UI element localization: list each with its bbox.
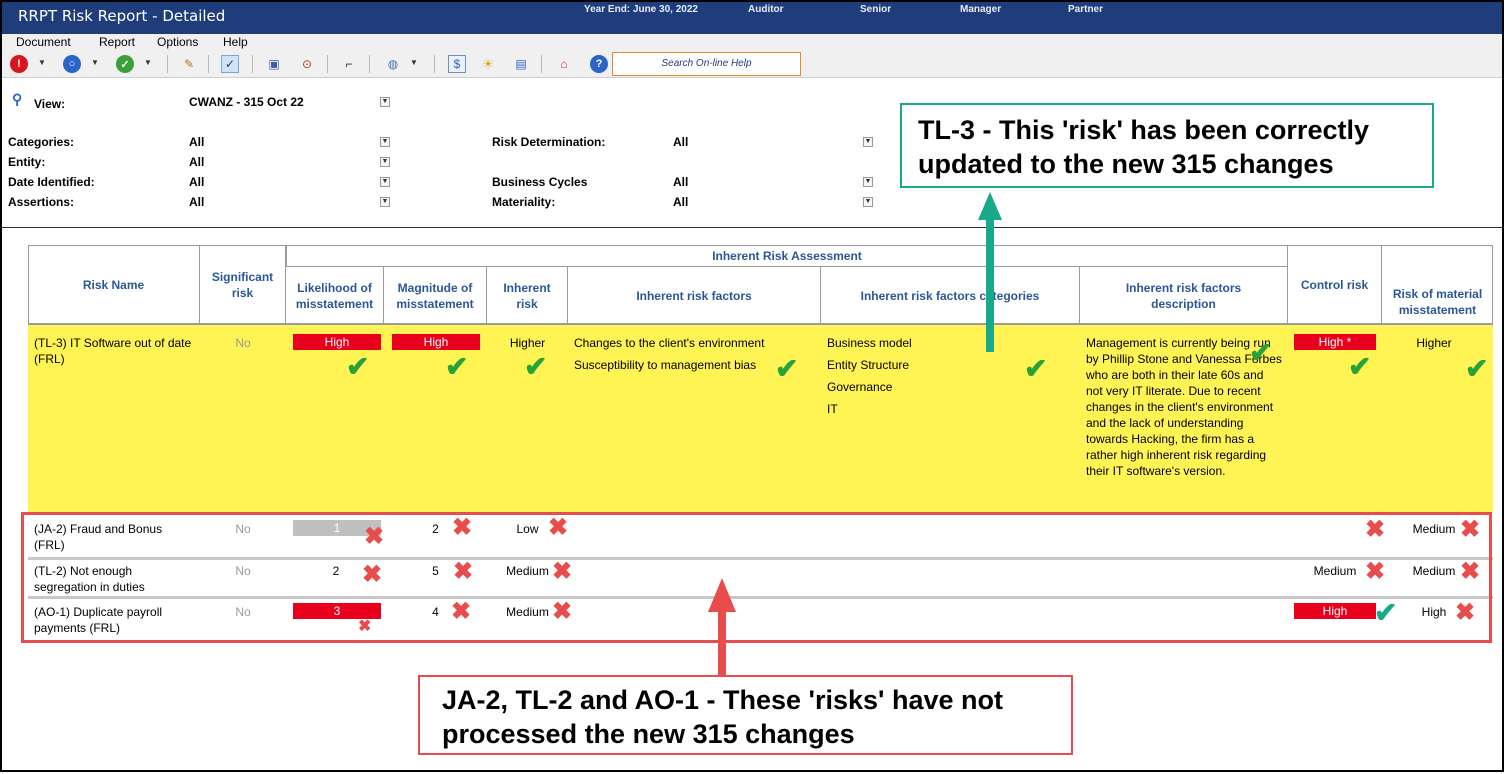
toolbar: ! ▼ ○ ▼ ✓ ▼ ✎ ✓ ▣ ⊙ ⌐ ◍ ▼ $ ☀ ▤ ⌂ ? Sear…	[2, 50, 1502, 78]
dollar-icon[interactable]: $	[448, 55, 466, 73]
tick-icon: ✔	[346, 351, 370, 382]
materiality-value: All	[673, 195, 689, 209]
partner-label: Partner	[1068, 4, 1104, 15]
view-dropdown[interactable]: ▼	[380, 97, 390, 107]
categories-value: All	[189, 135, 205, 149]
alert-icon[interactable]: !	[10, 55, 28, 73]
highlight-outline	[21, 512, 1492, 643]
annotation-correct: TL-3 - This 'risk' has been correctly up…	[900, 103, 1434, 188]
year-end-label: Year End: June 30, 2022	[584, 4, 698, 15]
menu-bar: Document Report Options Help	[2, 34, 1502, 50]
tick-icon: ✔	[1249, 337, 1273, 368]
factor-category: Governance	[827, 380, 893, 394]
date-identified-label: Date Identified:	[8, 175, 95, 189]
tick-icon: ✔	[1024, 353, 1048, 384]
annotation-incorrect: JA-2, TL-2 and AO-1 - These 'risks' have…	[418, 675, 1073, 755]
col-factor-description: Inherent risk factors description	[1080, 267, 1288, 324]
chevron-down-icon[interactable]: ▼	[91, 58, 99, 67]
tick-icon: ✔	[1348, 351, 1372, 382]
title-bar: RRPT Risk Report - Detailed Year End: Ju…	[2, 2, 1502, 34]
date-identified-value: All	[189, 175, 205, 189]
col-magnitude: Magnitude of misstatement	[384, 267, 487, 324]
col-likelihood: Likelihood of misstatement	[286, 267, 384, 324]
palette-icon[interactable]: ◍	[384, 55, 402, 73]
tick-icon: ✔	[1465, 353, 1489, 384]
help-icon[interactable]: ?	[590, 55, 608, 73]
report-window: RRPT Risk Report - Detailed Year End: Ju…	[0, 0, 1504, 772]
inherent-risk-assessment-header: Inherent Risk Assessment	[286, 245, 1288, 267]
inherent-risk-value: Higher	[509, 336, 546, 350]
menu-report[interactable]: Report	[99, 35, 135, 49]
assertions-value: All	[189, 195, 205, 209]
senior-label: Senior	[860, 4, 892, 15]
view-value: CWANZ - 315 Oct 22	[189, 95, 304, 109]
sun-icon[interactable]: ☀	[479, 55, 497, 73]
document-icon[interactable]: ▤	[512, 55, 530, 73]
check-icon[interactable]: ✓	[116, 55, 134, 73]
date-identified-dropdown[interactable]: ▼	[380, 177, 390, 187]
entity-dropdown[interactable]: ▼	[380, 157, 390, 167]
search-help-input[interactable]: Search On-line Help	[612, 52, 801, 76]
col-inherent-risk-factors: Inherent risk factors	[568, 267, 821, 324]
business-cycles-value: All	[673, 175, 689, 189]
search-icon[interactable]: ⊙	[298, 55, 316, 73]
tick-icon: ✔	[775, 353, 799, 384]
factor-category: Business model	[827, 336, 912, 350]
tick-icon: ✔	[524, 351, 548, 382]
window-title: RRPT Risk Report - Detailed	[18, 7, 226, 25]
entity-value: All	[189, 155, 205, 169]
home-icon[interactable]: ⌂	[555, 55, 573, 73]
likelihood-value: High	[293, 334, 381, 350]
col-inherent-risk: Inherent risk	[487, 267, 568, 324]
manager-label: Manager	[960, 4, 1002, 15]
factor-category: IT	[827, 402, 838, 416]
chevron-down-icon[interactable]: ▼	[410, 58, 418, 67]
col-risk-name: Risk Name	[28, 245, 200, 324]
chevron-down-icon[interactable]: ▼	[38, 58, 46, 67]
auditor-label: Auditor	[748, 4, 784, 15]
tick-icon: ✔	[445, 351, 469, 382]
control-risk-value: High *	[1294, 334, 1376, 350]
view-label: View:	[34, 97, 66, 111]
materiality-dropdown[interactable]: ▼	[863, 197, 873, 207]
chevron-down-icon[interactable]: ▼	[144, 58, 152, 67]
business-cycles-dropdown[interactable]: ▼	[863, 177, 873, 187]
format-icon[interactable]: ⌐	[340, 55, 358, 73]
circle-icon[interactable]: ○	[63, 55, 81, 73]
menu-options[interactable]: Options	[157, 35, 198, 49]
material-misstatement-value: Higher	[1416, 336, 1452, 350]
entity-label: Entity:	[8, 155, 46, 169]
save-icon[interactable]: ▣	[265, 55, 283, 73]
risk-determination-value: All	[673, 135, 689, 149]
assertions-label: Assertions:	[8, 195, 75, 209]
materiality-label: Materiality:	[492, 195, 556, 209]
divider	[2, 227, 1502, 228]
risk-name: (TL-3) IT Software out of date (FRL)	[34, 336, 192, 366]
col-factor-categories: Inherent risk factors categories	[821, 267, 1080, 324]
risk-determination-dropdown[interactable]: ▼	[863, 137, 873, 147]
col-significant-risk: Significant risk	[200, 245, 286, 324]
col-material-misstatement: Risk of material misstatement	[1392, 286, 1483, 317]
magnitude-value: High	[392, 334, 480, 350]
significant-risk-value: No	[235, 336, 251, 350]
risk-determination-label: Risk Determination:	[492, 135, 606, 149]
table-row[interactable]: (TL-3) IT Software out of date (FRL) No …	[28, 325, 1493, 513]
menu-help[interactable]: Help	[223, 35, 248, 49]
edit-icon[interactable]: ✎	[180, 55, 198, 73]
chart-icon[interactable]: ✓	[221, 55, 239, 73]
col-control-risk: Control risk	[1288, 245, 1382, 324]
business-cycles-label: Business Cycles	[492, 175, 588, 189]
categories-dropdown[interactable]: ▼	[380, 137, 390, 147]
risk-factor: Changes to the client's environment	[574, 336, 765, 350]
assertions-dropdown[interactable]: ▼	[380, 197, 390, 207]
menu-document[interactable]: Document	[16, 35, 71, 49]
search-icon: ⚲	[12, 91, 23, 107]
categories-label: Categories:	[8, 135, 75, 149]
factor-category: Entity Structure	[827, 358, 910, 372]
